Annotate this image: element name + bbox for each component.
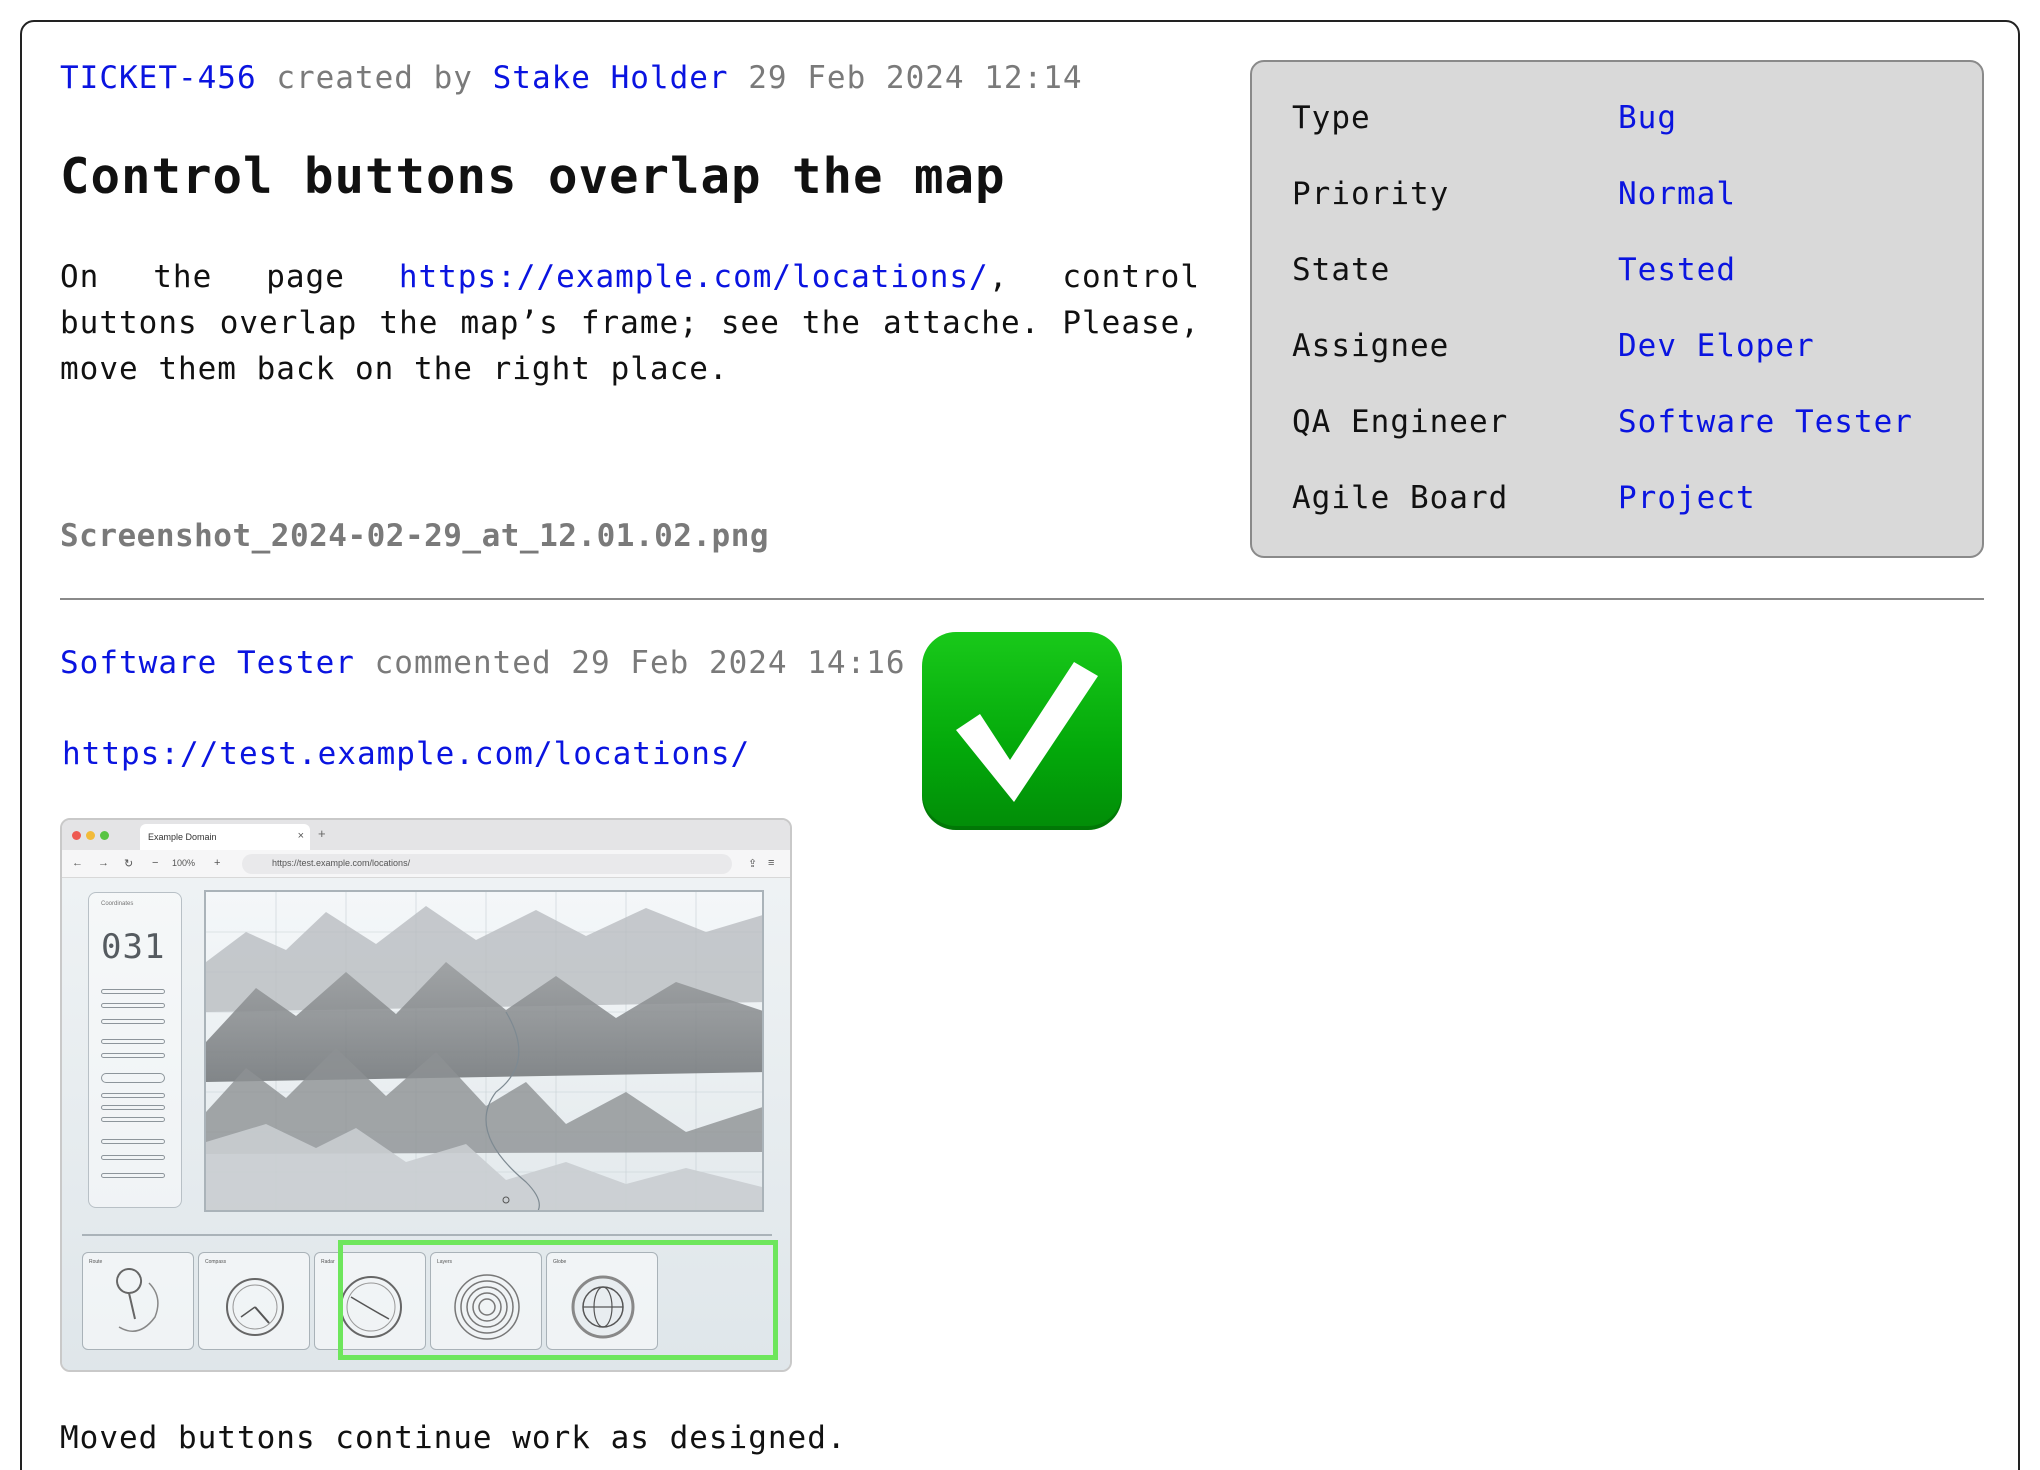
- close-window-dot: [72, 831, 81, 840]
- embedded-control-button-label: Route: [89, 1259, 103, 1265]
- browser-tab-bar: Example Domain × +: [62, 820, 790, 850]
- browser-url-field: https://test.example.com/locations/: [242, 854, 732, 874]
- browser-tab-title: Example Domain: [148, 832, 217, 842]
- ticket-author-link[interactable]: Stake Holder: [493, 60, 729, 96]
- embedded-terrain-map: [204, 890, 764, 1212]
- minimize-window-dot: [86, 831, 95, 840]
- embedded-control-button: Route: [82, 1252, 194, 1350]
- section-divider: [60, 598, 1984, 600]
- reload-icon: ↻: [124, 858, 134, 870]
- zoom-level: 100%: [172, 858, 196, 868]
- property-label: Priority: [1292, 176, 1450, 212]
- sidebar-line: [101, 1003, 165, 1008]
- sidebar-line: [101, 1105, 165, 1110]
- maximize-window-dot: [100, 831, 109, 840]
- sidebar-line: [101, 1139, 165, 1144]
- property-value-assignee[interactable]: Dev Eloper: [1618, 328, 1815, 364]
- comment-text: Moved buttons continue work as designed.: [60, 1420, 847, 1456]
- embedded-sidebar-panel: Coordinates 031: [88, 892, 182, 1208]
- property-label: Assignee: [1292, 328, 1450, 364]
- ticket-created-date: 29 Feb 2024 12:14: [748, 60, 1083, 96]
- sidebar-line: [101, 1039, 165, 1044]
- description-link[interactable]: https://example.com/locations/: [399, 259, 989, 295]
- zoom-out-icon: −: [152, 857, 159, 869]
- sidebar-line: [101, 1173, 165, 1178]
- attached-screenshot-image[interactable]: Example Domain × + ← → ↻ − 100% + https:…: [60, 818, 792, 1372]
- sidebar-line: [101, 1073, 165, 1083]
- sidebar-line: [101, 1019, 165, 1024]
- sidebar-line: [101, 1053, 165, 1058]
- attachment-link[interactable]: Screenshot_2024-02-29_at_12.01.02.png: [60, 518, 769, 554]
- property-label: Agile Board: [1292, 480, 1509, 516]
- ticket-description: On the page https://example.com/location…: [60, 254, 1200, 392]
- comment-author-link[interactable]: Software Tester: [60, 645, 355, 681]
- tab-close-icon: ×: [297, 830, 304, 842]
- browser-address-bar: ← → ↻ − 100% + https://test.example.com/…: [62, 850, 790, 878]
- menu-icon: ≡: [768, 857, 775, 869]
- property-value-priority[interactable]: Normal: [1618, 176, 1736, 212]
- description-prefix: On the page: [60, 259, 399, 295]
- highlight-frame: [338, 1240, 778, 1360]
- ticket-id-link[interactable]: TICKET-456: [60, 60, 257, 96]
- new-tab-icon: +: [318, 826, 326, 841]
- ticket-title: Control buttons overlap the map: [60, 148, 1006, 205]
- sidebar-line: [101, 1155, 165, 1160]
- comment-date: 29 Feb 2024 14:16: [571, 645, 906, 681]
- zoom-in-icon: +: [214, 857, 221, 869]
- sidebar-line: [101, 1117, 165, 1122]
- property-value-qa-engineer[interactable]: Software Tester: [1618, 404, 1913, 440]
- browser-tab: Example Domain ×: [140, 824, 310, 850]
- forward-arrow-icon: →: [98, 857, 109, 869]
- property-value-agile-board[interactable]: Project: [1618, 480, 1756, 516]
- comment-meta: Software Tester commented 29 Feb 2024 14…: [60, 645, 906, 681]
- browser-url-text: https://test.example.com/locations/: [272, 858, 411, 868]
- property-value-type[interactable]: Bug: [1618, 100, 1677, 136]
- embedded-sidebar-number: 031: [101, 927, 166, 967]
- embedded-control-button-label: Radar: [321, 1259, 335, 1265]
- check-mark-button-icon: [922, 632, 1122, 830]
- created-by-text: created by: [276, 60, 473, 96]
- share-icon: ⇪: [748, 858, 758, 870]
- sidebar-line: [101, 989, 165, 994]
- comment-link[interactable]: https://test.example.com/locations/: [62, 736, 750, 772]
- property-label: State: [1292, 252, 1391, 288]
- ticket-meta: TICKET-456 created by Stake Holder 29 Fe…: [60, 60, 1083, 96]
- property-label: Type: [1292, 100, 1371, 136]
- sidebar-line: [101, 1093, 165, 1098]
- property-value-state[interactable]: Tested: [1618, 252, 1736, 288]
- comment-action-text: commented: [374, 645, 552, 681]
- ticket-properties-panel: Type Bug Priority Normal State Tested As…: [1250, 60, 1984, 558]
- property-label: QA Engineer: [1292, 404, 1509, 440]
- embedded-sidebar-caption: Coordinates: [101, 901, 134, 907]
- embedded-control-button: Compass: [198, 1252, 310, 1350]
- back-arrow-icon: ←: [72, 857, 83, 869]
- embedded-control-button-label: Compass: [205, 1259, 227, 1265]
